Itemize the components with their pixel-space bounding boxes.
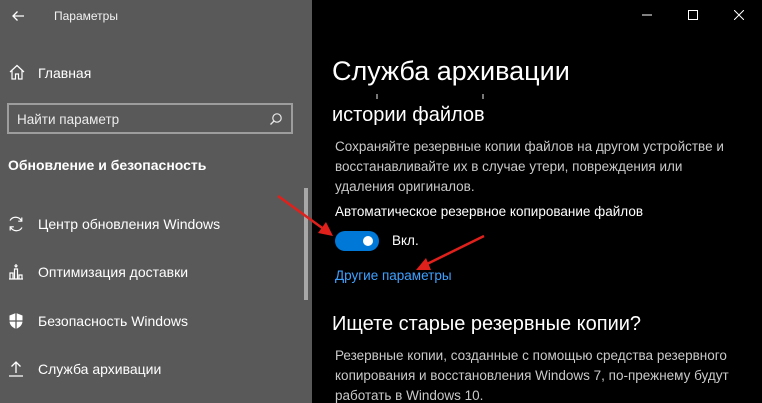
close-button[interactable] bbox=[716, 0, 762, 30]
old-backups-text: Резервные копии, созданные с помощью сре… bbox=[335, 348, 729, 403]
window-controls bbox=[624, 0, 762, 30]
close-icon bbox=[734, 10, 744, 20]
delivery-optimization-icon bbox=[9, 264, 23, 280]
search-icon[interactable] bbox=[269, 112, 283, 126]
search-box[interactable] bbox=[7, 103, 293, 134]
sidebar-item-label: Служба архивации bbox=[38, 361, 162, 377]
back-arrow-icon bbox=[12, 11, 24, 21]
search-input[interactable] bbox=[17, 110, 267, 128]
sidebar-item-label: Главная bbox=[38, 65, 92, 81]
sidebar-item-label: Безопасность Windows bbox=[38, 313, 188, 329]
scrollbar[interactable] bbox=[304, 188, 308, 300]
sidebar-item-windows-update[interactable]: Центр обновления Windows bbox=[0, 206, 304, 242]
sidebar-item-delivery-optimization[interactable]: Оптимизация доставки bbox=[0, 254, 304, 290]
back-button[interactable] bbox=[6, 4, 30, 28]
shield-icon bbox=[9, 313, 23, 329]
minimize-button[interactable] bbox=[624, 0, 670, 30]
app-title: Параметры bbox=[54, 9, 118, 23]
title-bar: Параметры bbox=[0, 0, 312, 32]
scroll-fade bbox=[312, 91, 762, 101]
upload-icon bbox=[9, 361, 23, 377]
toggle-state-label: Вкл. bbox=[392, 233, 419, 248]
sidebar-item-label: Центр обновления Windows bbox=[38, 216, 221, 232]
maximize-icon bbox=[688, 10, 698, 20]
refresh-icon bbox=[9, 216, 23, 232]
more-options-link[interactable]: Другие параметры bbox=[335, 268, 452, 283]
old-backups-heading: Ищете старые резервные копии? bbox=[332, 313, 642, 335]
section-header: Обновление и безопасность bbox=[8, 157, 207, 173]
maximize-button[interactable] bbox=[670, 0, 716, 30]
description-text: Сохраняйте резервные копии файлов на дру… bbox=[335, 139, 724, 194]
sidebar-item-label: Оптимизация доставки bbox=[38, 264, 189, 280]
toggle-heading: Автоматическое резервное копирование фай… bbox=[335, 204, 644, 219]
minimize-icon bbox=[642, 14, 652, 16]
navigation-pane: Параметры Главная Обновление и безопасно… bbox=[0, 0, 312, 403]
home-icon bbox=[9, 64, 25, 80]
sidebar-item-home[interactable]: Главная bbox=[0, 56, 312, 90]
toggle-knob bbox=[363, 236, 373, 246]
page-title: Служба архивации bbox=[332, 56, 570, 86]
sidebar-item-backup[interactable]: Служба архивации bbox=[0, 351, 304, 387]
sidebar-item-windows-security[interactable]: Безопасность Windows bbox=[0, 303, 304, 339]
page-subtitle: истории файлов bbox=[332, 104, 485, 126]
content-pane: Служба архивации истории файлов Сохраняй… bbox=[312, 0, 762, 403]
auto-backup-toggle[interactable] bbox=[335, 231, 379, 251]
